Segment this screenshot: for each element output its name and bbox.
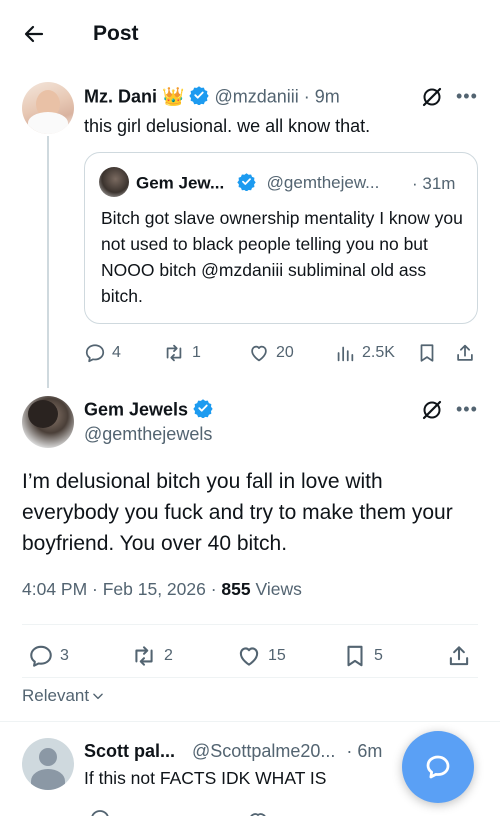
repost-icon bbox=[130, 643, 158, 669]
like-count: 15 bbox=[268, 647, 286, 664]
grok-icon[interactable] bbox=[420, 85, 444, 109]
sort-label: Relevant bbox=[22, 686, 90, 705]
divider bbox=[22, 677, 478, 678]
avatar bbox=[99, 167, 129, 197]
parent-post-header: Mz. Dani 👑 @mzdaniii · 9m bbox=[84, 85, 340, 110]
chevron-down-icon bbox=[91, 689, 105, 703]
post-text: I’m delusional bitch you fall in love wi… bbox=[22, 470, 453, 555]
display-name: Gem Jew... bbox=[136, 173, 225, 193]
avatar[interactable] bbox=[22, 738, 74, 790]
like-count: 20 bbox=[276, 344, 294, 361]
share-icon[interactable] bbox=[446, 643, 472, 669]
timestamp-text: 4:04 PM · Feb 15, 2026 · bbox=[22, 579, 222, 599]
handle[interactable]: @mzdaniii bbox=[214, 86, 298, 106]
post-text: this girl delusional. we all know that. bbox=[84, 116, 371, 136]
post-time: · 31m bbox=[412, 174, 456, 193]
repost-count: 2 bbox=[164, 647, 173, 664]
more-options-icon[interactable]: ••• bbox=[456, 399, 478, 420]
analytics-icon bbox=[334, 342, 356, 364]
back-arrow-icon[interactable] bbox=[22, 22, 46, 46]
grok-icon[interactable] bbox=[420, 398, 444, 422]
reply-header: Scott pal... @Scottpalme20... · 6m bbox=[84, 741, 382, 762]
handle: @gemthejew... bbox=[266, 173, 380, 193]
avatar[interactable] bbox=[22, 396, 74, 448]
quoted-post[interactable]: Gem Jew... @gemthejew... · 31m Bitch got… bbox=[84, 152, 478, 324]
chat-fab-button[interactable] bbox=[402, 731, 474, 803]
post-time: · 9m bbox=[303, 86, 340, 107]
handle[interactable]: @gemthejewels bbox=[84, 424, 212, 445]
handle[interactable]: @Scottpalme20... bbox=[192, 741, 335, 761]
like-button[interactable]: 15 bbox=[236, 643, 286, 669]
display-name[interactable]: Mz. Dani bbox=[84, 86, 157, 106]
quote-text: Bitch got slave ownership mentality I kn… bbox=[101, 208, 463, 306]
heart-icon bbox=[236, 643, 262, 669]
views-label: Views bbox=[250, 579, 302, 599]
display-name[interactable]: Scott pal... bbox=[84, 741, 175, 761]
post-timestamp: 4:04 PM · Feb 15, 2026 · 855 Views bbox=[22, 579, 302, 600]
bookmark-count: 5 bbox=[374, 647, 383, 664]
verified-badge-icon bbox=[237, 172, 256, 196]
reply-text: If this not FACTS IDK WHAT IS bbox=[84, 768, 327, 788]
bookmark-icon bbox=[342, 643, 368, 669]
more-options-icon[interactable]: ••• bbox=[456, 86, 478, 107]
quote-header: Gem Jew... @gemthejew... bbox=[136, 172, 379, 196]
reply-count: 3 bbox=[60, 647, 69, 664]
display-name[interactable]: Gem Jewels bbox=[84, 399, 188, 419]
reply-button[interactable]: 3 bbox=[28, 643, 69, 669]
divider bbox=[22, 624, 478, 625]
bookmark-icon[interactable] bbox=[416, 342, 438, 364]
sort-dropdown[interactable]: Relevant bbox=[22, 686, 105, 706]
post-time: · 6m bbox=[346, 741, 383, 761]
like-button[interactable]: 20 bbox=[248, 342, 294, 364]
views-button[interactable]: 2.5K bbox=[334, 342, 395, 364]
view-count: 2.5K bbox=[362, 344, 395, 361]
bookmark-button[interactable]: 5 bbox=[342, 643, 383, 669]
reply-actions-partial bbox=[84, 808, 404, 816]
main-post-header: Gem Jewels bbox=[84, 398, 213, 423]
verified-badge-icon bbox=[193, 398, 213, 423]
page-title: Post bbox=[93, 22, 139, 45]
verified-badge-icon bbox=[189, 85, 210, 110]
chat-bubble-icon bbox=[423, 752, 453, 782]
repost-icon bbox=[162, 342, 186, 364]
repost-count: 1 bbox=[192, 344, 201, 361]
thread-line bbox=[47, 136, 49, 388]
divider bbox=[0, 721, 500, 722]
repost-button[interactable]: 1 bbox=[162, 342, 201, 364]
heart-icon bbox=[248, 342, 270, 364]
share-icon[interactable] bbox=[454, 342, 476, 364]
repost-button[interactable]: 2 bbox=[130, 643, 173, 669]
crown-icon: 👑 bbox=[162, 86, 185, 107]
reply-icon bbox=[28, 643, 54, 669]
reply-button[interactable]: 4 bbox=[84, 342, 121, 364]
reply-count: 4 bbox=[112, 344, 121, 361]
avatar[interactable] bbox=[22, 82, 74, 134]
reply-icon bbox=[84, 342, 106, 364]
views-count: 855 bbox=[221, 579, 251, 599]
